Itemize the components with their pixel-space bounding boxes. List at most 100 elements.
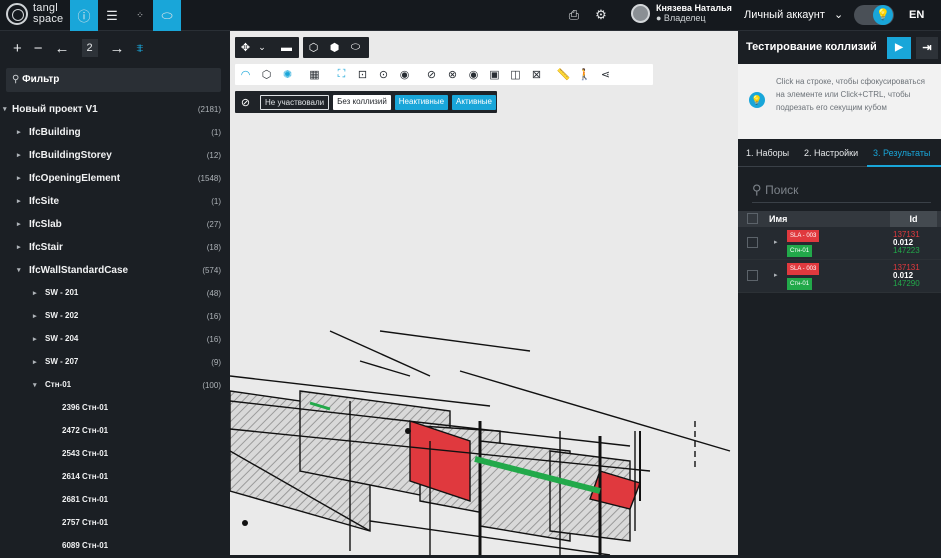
- ruler-icon[interactable]: 📏: [553, 64, 574, 85]
- cube-solid-icon[interactable]: ⬢: [324, 37, 345, 58]
- tree-item[interactable]: ▸ SW - 201 (48): [0, 282, 230, 305]
- cube-outline-icon[interactable]: ⬡: [303, 37, 324, 58]
- chevron-right-icon[interactable]: ▸: [17, 220, 21, 228]
- hints-toggle[interactable]: 💡: [854, 5, 894, 25]
- result-row[interactable]: ▸ SLA - 003 Стн-01 137131 0.012 147223: [738, 227, 941, 260]
- row-checkbox[interactable]: [747, 237, 758, 248]
- filter-inactive[interactable]: Неактивные: [394, 94, 449, 110]
- chevron-right-icon[interactable]: ▸: [17, 174, 21, 182]
- level-input[interactable]: 2: [81, 39, 98, 57]
- id-b: 147223: [893, 246, 920, 255]
- section-box-icon[interactable]: ▦: [304, 64, 325, 85]
- run-clash-button[interactable]: ▶: [887, 37, 911, 59]
- fit-view-icon[interactable]: ⛶: [331, 64, 352, 85]
- list-tab-icon[interactable]: ☰: [98, 0, 126, 31]
- chevron-right-icon[interactable]: ▸: [17, 151, 21, 159]
- isolate-icon[interactable]: ▣: [484, 64, 505, 85]
- chevron-right-icon[interactable]: ▸: [33, 358, 37, 366]
- tree-item[interactable]: 2681 Стн-01: [0, 489, 230, 512]
- settings-hex-icon[interactable]: ⬡: [256, 64, 277, 85]
- expand-plus-icon[interactable]: +: [13, 40, 22, 57]
- chevron-right-icon[interactable]: ▸: [17, 243, 21, 251]
- chevron-right-icon[interactable]: ▸: [33, 289, 37, 297]
- results-search[interactable]: ⚲ Поиск: [752, 179, 931, 203]
- tree-item-count: (574): [202, 266, 221, 275]
- tree-item[interactable]: ▸ IfcSite (1): [0, 190, 230, 213]
- hide-selected-icon[interactable]: ⊠: [526, 64, 547, 85]
- user-profile[interactable]: Князева Наталья ● Владелец: [631, 3, 732, 23]
- tree-item[interactable]: ▸ SW - 207 (9): [0, 351, 230, 374]
- select-box-icon[interactable]: ◫: [505, 64, 526, 85]
- chevron-down-icon[interactable]: ▾: [3, 105, 7, 113]
- filter-no-clashes[interactable]: Без коллизий: [333, 94, 391, 110]
- chevron-right-icon[interactable]: ▸: [33, 335, 37, 343]
- tree-item[interactable]: ▸ IfcStair (18): [0, 236, 230, 259]
- hide-icon[interactable]: ⊘: [421, 64, 442, 85]
- comment-icon[interactable]: ▬: [276, 37, 297, 58]
- level-forward-icon[interactable]: →: [110, 40, 125, 57]
- tree-item[interactable]: 2472 Стн-01: [0, 420, 230, 443]
- result-row[interactable]: ▸ SLA - 003 Стн-01 137131 0.012 147290: [738, 260, 941, 293]
- tree-item-label: SW - 201: [45, 288, 79, 297]
- export-icon[interactable]: ⇥: [916, 37, 938, 59]
- tree-item[interactable]: 2757 Стн-01: [0, 512, 230, 535]
- hierarchy-icon[interactable]: ⩨: [137, 41, 144, 56]
- tab-settings[interactable]: 2. Настройки: [804, 148, 858, 158]
- chevron-right-icon[interactable]: ▸: [17, 128, 21, 136]
- top-bar: tangl space ⓘ ☰ ⁘ ⬭ ⎙ ⚙ Князева Наталья …: [0, 0, 941, 31]
- tree-item[interactable]: ▾ IfcWallStandardCase (574): [0, 259, 230, 282]
- language-switch[interactable]: EN: [909, 9, 924, 21]
- tree-item[interactable]: 2543 Стн-01: [0, 443, 230, 466]
- chevron-right-icon[interactable]: ▸: [774, 238, 778, 246]
- grid-tab-icon[interactable]: ⁘: [126, 0, 154, 31]
- chevron-down-icon[interactable]: ▾: [17, 266, 21, 274]
- filter-active[interactable]: Активные: [452, 94, 496, 110]
- tree-item-count: (100): [202, 381, 221, 390]
- tree-item[interactable]: ▸ IfcSlab (27): [0, 213, 230, 236]
- settings-icon[interactable]: ⚙: [593, 7, 609, 23]
- tree-item[interactable]: 2396 Стн-01: [0, 397, 230, 420]
- tab-sets[interactable]: 1. Наборы: [746, 148, 789, 158]
- level-back-icon[interactable]: ←: [55, 40, 70, 57]
- account-label: Личный аккаунт: [744, 9, 825, 21]
- chevron-down-icon[interactable]: ▾: [33, 381, 37, 389]
- tree-item-label: IfcSite: [29, 196, 60, 207]
- zoom-all-icon[interactable]: ⊙: [373, 64, 394, 85]
- hide-clash-icon[interactable]: ⊘: [235, 92, 256, 113]
- filter-input[interactable]: ⚲ Фильтр: [6, 68, 221, 92]
- orbit-icon[interactable]: ✥: [235, 37, 256, 58]
- tree-item[interactable]: ▸ IfcBuilding (1): [0, 121, 230, 144]
- select-all-checkbox[interactable]: [747, 213, 758, 224]
- zoom-selected-icon[interactable]: ⊡: [352, 64, 373, 85]
- clash-view-icon[interactable]: ⬭: [345, 37, 366, 58]
- clash-tab-icon[interactable]: ⬭: [153, 0, 181, 31]
- chevron-right-icon[interactable]: ▸: [774, 271, 778, 279]
- share-icon[interactable]: ⋖: [595, 64, 616, 85]
- printer-icon[interactable]: ⎙: [566, 7, 582, 23]
- person-icon[interactable]: 🚶: [574, 64, 595, 85]
- target-icon[interactable]: ✺: [277, 64, 298, 85]
- chevron-down-icon[interactable]: ⌄: [256, 37, 268, 58]
- tree-item[interactable]: ▾ Стн-01 (100): [0, 374, 230, 397]
- filter-not-participating[interactable]: Не участвовали: [260, 94, 330, 110]
- tree-item[interactable]: ▾ Новый проект V1 (2181): [0, 98, 230, 121]
- speed-icon[interactable]: ◠: [235, 64, 256, 85]
- collapse-minus-icon[interactable]: −: [34, 40, 43, 57]
- account-dropdown[interactable]: Личный аккаунт ⌄: [744, 8, 843, 21]
- tab-results[interactable]: 3. Результаты: [873, 148, 930, 158]
- tree-item[interactable]: ▸ SW - 204 (16): [0, 328, 230, 351]
- tree-item[interactable]: ▸ IfcBuildingStorey (12): [0, 144, 230, 167]
- focus-icon[interactable]: ◉: [394, 64, 415, 85]
- 3d-viewport[interactable]: ✥ ⌄ ▬ ⬡ ⬢ ⬭ ◠ ⬡ ✺ ▦ ⛶ ⊡ ⊙ ◉ ⊘ ⊗ ◉ ▣ ◫ ⊠ …: [230, 31, 738, 555]
- chevron-right-icon[interactable]: ▸: [33, 312, 37, 320]
- chevron-right-icon[interactable]: ▸: [17, 197, 21, 205]
- tree-item[interactable]: 2614 Стн-01: [0, 466, 230, 489]
- tree-item[interactable]: ▸ SW - 202 (16): [0, 305, 230, 328]
- info-tab-icon[interactable]: ⓘ: [70, 0, 98, 31]
- hide-others-icon[interactable]: ⊗: [442, 64, 463, 85]
- show-all-icon[interactable]: ◉: [463, 64, 484, 85]
- app-logo[interactable]: tangl space: [6, 3, 63, 25]
- col-name: Имя: [769, 214, 788, 224]
- row-checkbox[interactable]: [747, 270, 758, 281]
- tree-item[interactable]: ▸ IfcOpeningElement (1548): [0, 167, 230, 190]
